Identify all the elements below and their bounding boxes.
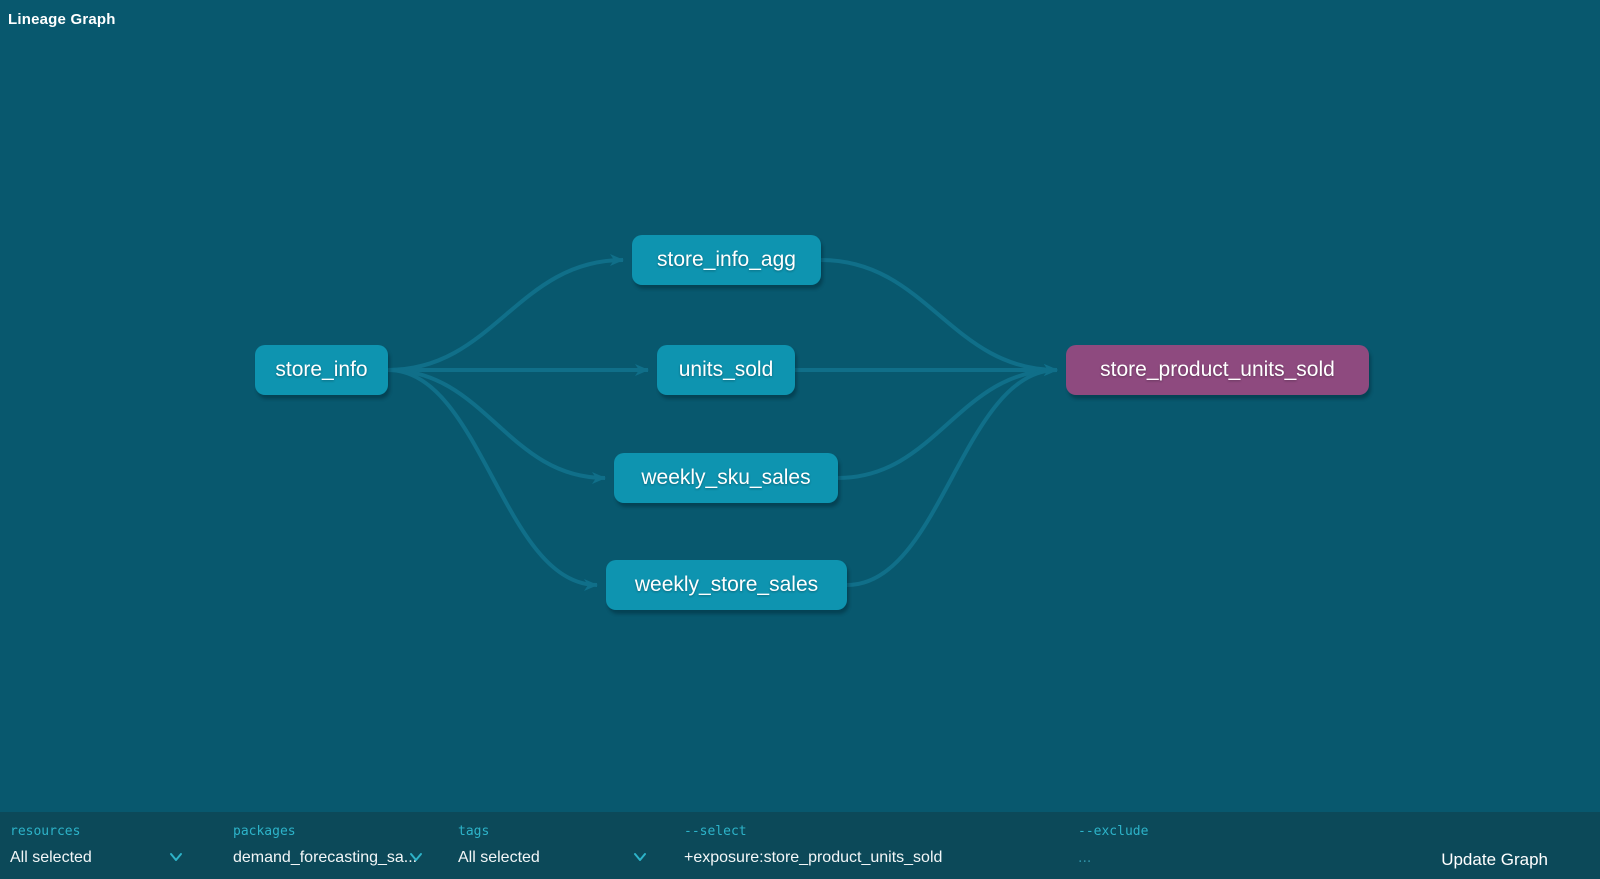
edge-store_info-to-store_info_agg: [388, 260, 623, 370]
page-title: Lineage Graph: [8, 11, 116, 28]
edge-store_info-to-weekly_sku_sales: [388, 370, 605, 478]
lineage-edges-layer: [0, 0, 1600, 812]
select-input-value: +exposure:store_product_units_sold: [684, 849, 942, 866]
chevron-down-icon: [169, 852, 183, 862]
chevron-down-icon: [409, 852, 423, 862]
edge-store_info_agg-to-store_product_units_sold: [821, 260, 1057, 370]
filter-exclude-label: --exclude: [1078, 825, 1238, 839]
filter-select: --select +exposure:store_product_units_s…: [684, 812, 1014, 879]
packages-dropdown[interactable]: demand_forecasting_sa...: [233, 847, 433, 869]
exclude-input-value: ...: [1078, 849, 1091, 866]
select-input[interactable]: +exposure:store_product_units_sold: [684, 847, 1014, 869]
filter-exclude: --exclude ...: [1078, 812, 1238, 879]
graph-node-store_info_agg[interactable]: store_info_agg: [632, 235, 821, 285]
resources-dropdown-value: All selected: [10, 849, 92, 866]
edge-weekly_store_sales-to-store_product_units_sold: [847, 370, 1057, 585]
resources-dropdown[interactable]: All selected: [10, 847, 183, 869]
graph-filter-toolbar: resources All selected packages demand_f…: [0, 812, 1600, 879]
dbt-docs-lineage-app: Lineage Graph store_info store_info_aggun…: [0, 0, 1600, 879]
edge-weekly_sku_sales-to-store_product_units_sold: [838, 370, 1057, 478]
graph-node-store_info[interactable]: store_info: [255, 345, 388, 395]
tags-dropdown[interactable]: All selected: [458, 847, 647, 869]
lineage-canvas[interactable]: store_info store_info_agg units_soldweekly…: [0, 0, 1600, 812]
chevron-down-icon: [633, 852, 647, 862]
graph-node-weekly_store_sales[interactable]: weekly_store_sales: [606, 560, 847, 610]
filter-resources-label: resources: [10, 825, 183, 839]
filter-select-label: --select: [684, 825, 1014, 839]
packages-dropdown-value: demand_forecasting_sa...: [233, 849, 417, 866]
graph-node-store_product_units_sold[interactable]: store_product_units_sold: [1066, 345, 1369, 395]
filter-tags: tags All selected: [458, 812, 647, 879]
filter-packages-label: packages: [233, 825, 433, 839]
exclude-input[interactable]: ...: [1078, 847, 1238, 869]
edge-store_info-to-weekly_store_sales: [388, 370, 597, 585]
filter-resources: resources All selected: [10, 812, 183, 879]
update-graph-button[interactable]: Update Graph: [1431, 846, 1558, 874]
tags-dropdown-value: All selected: [458, 849, 540, 866]
filter-tags-label: tags: [458, 825, 647, 839]
filter-packages: packages demand_forecasting_sa...: [233, 812, 433, 879]
graph-node-units_sold[interactable]: units_sold: [657, 345, 795, 395]
graph-node-weekly_sku_sales[interactable]: weekly_sku_sales: [614, 453, 838, 503]
